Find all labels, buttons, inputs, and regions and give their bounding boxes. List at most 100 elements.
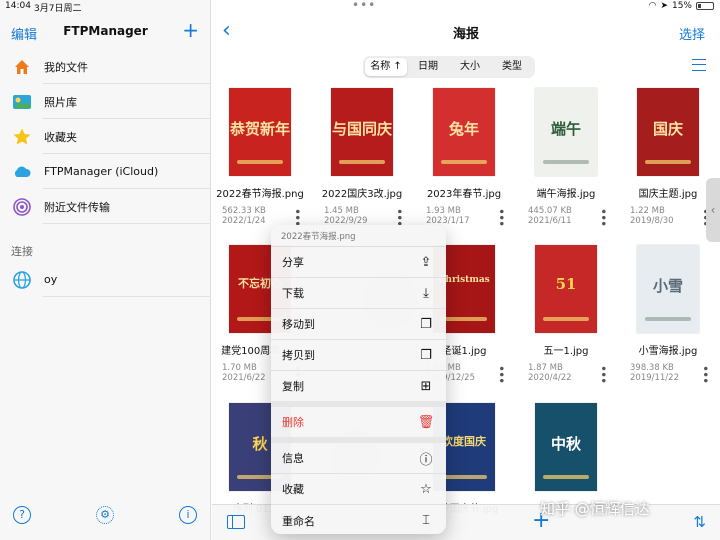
sidebar-item-my-files[interactable]: 我的文件	[0, 49, 211, 84]
sidebar-item-photos[interactable]: 照片库	[0, 84, 211, 119]
file-date: 2022/1/24	[222, 216, 266, 226]
context-menu: 2022春节海报.png 分享 ⇪ 下载 ⤓ 移动到 ❐ 拷贝到 ❐ 复制 ⊞ …	[271, 225, 446, 534]
file-name: 端午海报.jpg	[536, 189, 596, 200]
more-options-icon[interactable]: •••	[596, 208, 610, 226]
file-thumbnail: 恭贺新年	[229, 88, 291, 176]
file-size: 1.45 MB	[324, 206, 359, 216]
menu-share[interactable]: 分享 ⇪	[271, 247, 446, 278]
download-icon: ⤓	[423, 285, 429, 301]
list-view-icon[interactable]	[692, 59, 706, 71]
file-name: 国庆主题.jpg	[638, 189, 698, 200]
info-icon[interactable]: i	[179, 506, 197, 524]
add-button[interactable]: +	[182, 18, 199, 42]
file-thumbnail: 国庆	[637, 88, 699, 176]
file-thumbnail: 与国同庆	[331, 88, 393, 176]
file-date: 2019/8/30	[630, 216, 674, 226]
file-date: 2021/6/22	[222, 373, 266, 383]
more-options-icon[interactable]: •••	[698, 365, 712, 383]
menu-move[interactable]: 移动到 ❐	[271, 309, 446, 340]
page-title: 海报	[452, 27, 479, 42]
sidebar-item-favorites[interactable]: 收藏夹	[0, 119, 211, 154]
file-date: 2019/11/22	[630, 373, 679, 383]
section-header-connections: 连接	[11, 245, 33, 258]
status-bar: 14:04 3月7日周二 ••• ◠ ➤ 15%	[0, 0, 720, 14]
file-thumbnail: 中秋	[535, 403, 597, 491]
file-name: 小雪海报.jpg	[638, 346, 698, 357]
sort-order-icon[interactable]: ⇅	[693, 513, 706, 531]
sidebar-list: 我的文件 照片库 收藏夹 FTPManager (iCloud) 附近文件传输	[0, 49, 211, 224]
more-options-icon[interactable]: •••	[494, 365, 508, 383]
menu-download[interactable]: 下载 ⤓	[271, 278, 446, 309]
connection-label: oy	[44, 273, 58, 286]
menu-favorite[interactable]: 收藏 ☆	[271, 474, 446, 505]
share-icon: ⇪	[420, 254, 432, 270]
help-icon[interactable]: ?	[13, 506, 31, 524]
copy-to-icon: ❐	[420, 347, 432, 363]
sidebar-toggle-icon[interactable]	[227, 515, 245, 529]
menu-delete[interactable]: 删除 🗑	[271, 407, 446, 443]
file-size: 398.38 KB	[630, 363, 674, 373]
file-thumbnail: 小雪	[637, 245, 699, 333]
sidebar: FTPManager 编辑 + 我的文件 照片库 收藏夹 FTPManager …	[0, 0, 211, 540]
globe-icon	[11, 269, 33, 291]
menu-duplicate[interactable]: 复制 ⊞	[271, 371, 446, 407]
file-thumbnail: 51	[535, 245, 597, 333]
rename-icon: ⌶	[422, 513, 430, 528]
menu-info[interactable]: 信息 ⓘ	[271, 443, 446, 474]
wifi-icon: ◠	[648, 1, 657, 11]
file-thumbnail: 兔年	[433, 88, 495, 176]
menu-copy-to[interactable]: 拷贝到 ❐	[271, 340, 446, 371]
more-options-icon[interactable]: •••	[290, 208, 304, 226]
app-window: { "status": {"time":"14:04","date":"3月7日…	[0, 0, 720, 540]
info-outline-icon: ⓘ	[419, 452, 433, 468]
sort-by-type[interactable]: 类型	[491, 58, 533, 76]
menu-rename[interactable]: 重命名 ⌶	[271, 505, 446, 534]
connection-list: oy	[0, 262, 211, 297]
file-name: 2022春节海报.png	[216, 189, 304, 200]
edit-button[interactable]: 编辑	[11, 24, 37, 43]
sidebar-header: FTPManager 编辑 +	[0, 18, 211, 44]
trash-icon: 🗑	[417, 414, 435, 430]
sort-by-date[interactable]: 日期	[407, 58, 449, 76]
file-thumbnail: 端午	[535, 88, 597, 176]
sort-by-size[interactable]: 大小	[449, 58, 491, 76]
multitask-dots-icon[interactable]: •••	[352, 0, 376, 12]
airdrop-icon	[11, 196, 33, 218]
cloud-icon	[11, 161, 33, 183]
file-date: 2021/6/11	[528, 216, 572, 226]
sidebar-item-nearby[interactable]: 附近文件传输	[0, 189, 211, 224]
sidebar-item-label: 附近文件传输	[44, 200, 110, 214]
sidebar-item-label: 收藏夹	[44, 130, 77, 144]
file-size: 562.33 KB	[222, 206, 266, 216]
location-icon: ➤	[660, 1, 668, 11]
file-size: 1.22 MB	[630, 206, 665, 216]
photos-icon	[11, 91, 33, 113]
more-options-icon[interactable]: •••	[392, 208, 406, 226]
file-name: 五一1.jpg	[543, 346, 589, 357]
file-size: 1.93 MB	[426, 206, 461, 216]
battery-icon	[696, 2, 714, 10]
status-date: 3月7日周二	[34, 4, 82, 14]
sort-by-name[interactable]: 名称 ↑	[365, 58, 407, 76]
move-icon: ❐	[420, 316, 432, 332]
select-button[interactable]: 选择	[679, 24, 705, 43]
file-size: 1.70 MB	[222, 363, 257, 373]
sidebar-item-label: FTPManager (iCloud)	[44, 165, 159, 178]
sidebar-item-icloud[interactable]: FTPManager (iCloud)	[0, 154, 211, 189]
more-options-icon[interactable]: •••	[494, 208, 508, 226]
sidebar-footer: ? ⚙ i	[0, 506, 211, 530]
watermark: 知乎 @恒辉信达	[540, 500, 650, 518]
connection-item-oy[interactable]: oy	[0, 262, 211, 297]
duplicate-icon: ⊞	[420, 378, 432, 394]
file-size: 445.07 KB	[528, 206, 572, 216]
file-name: 2023年春节.jpg	[426, 189, 502, 200]
settings-icon[interactable]: ⚙	[96, 506, 114, 524]
status-time: 14:04	[5, 1, 31, 11]
star-outline-icon: ☆	[420, 481, 432, 497]
more-options-icon[interactable]: •••	[596, 365, 610, 383]
battery-percent: 15%	[671, 1, 692, 11]
sort-segmented-control: 名称 ↑ 日期 大小 类型	[363, 56, 535, 78]
file-size: 1.87 MB	[528, 363, 563, 373]
scroll-handle[interactable]: ‹	[706, 178, 720, 242]
file-date: 2020/4/22	[528, 373, 572, 383]
